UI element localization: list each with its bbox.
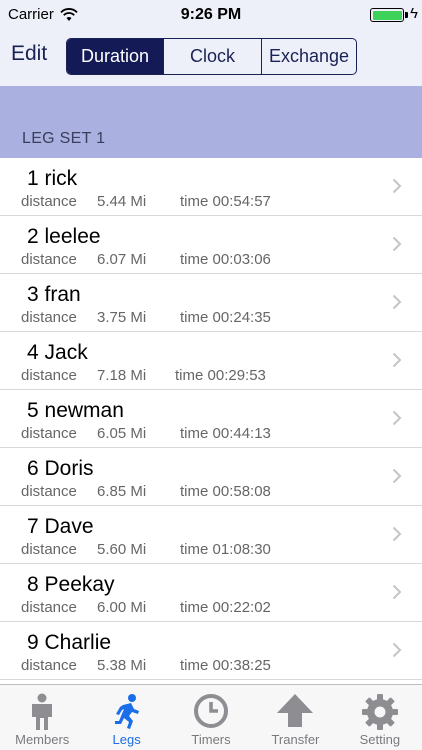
gear-icon (361, 694, 398, 730)
time-value: time 00:03:06 (180, 251, 271, 268)
distance-label: distance (21, 251, 77, 268)
segmented-control: Duration Clock Exchange (66, 38, 357, 75)
leg-title: 8 Peekay (27, 573, 115, 596)
distance-label: distance (21, 425, 77, 442)
distance-label: distance (21, 483, 77, 500)
status-time: 9:26 PM (180, 6, 242, 23)
leg-details: distance 6.05 Mi time 00:44:13 (21, 425, 271, 442)
distance-value: 5.60 Mi (97, 541, 147, 558)
distance-label: distance (21, 309, 77, 326)
distance-label: distance (21, 599, 77, 616)
time-value: time 00:44:13 (180, 425, 271, 442)
status-bar: Carrier 9:26 PM ϟ (0, 0, 422, 30)
leg-title: 7 Dave (27, 515, 94, 538)
time-value: time 00:38:25 (180, 657, 271, 674)
segment-exchange[interactable]: Exchange (261, 39, 356, 74)
charging-icon: ϟ (410, 5, 418, 22)
distance-label: distance (21, 367, 77, 384)
distance-value: 6.85 Mi (97, 483, 147, 500)
distance-value: 3.75 Mi (97, 309, 147, 326)
leg-row[interactable]: 5 newman distance 6.05 Mi time 00:44:13 (0, 390, 422, 448)
leg-title: 4 Jack (27, 341, 88, 364)
time-value: time 00:29:53 (175, 367, 266, 384)
leg-title: 2 leelee (27, 225, 101, 248)
leg-details: distance 5.44 Mi time 00:54:57 (21, 193, 271, 210)
person-icon (32, 693, 53, 730)
tab-legs[interactable]: Legs (84, 685, 168, 750)
time-value: time 00:22:02 (180, 599, 271, 616)
runner-icon (114, 694, 139, 729)
chevron-right-icon (392, 584, 402, 600)
time-value: time 01:08:30 (180, 541, 271, 558)
tab-label: Legs (112, 732, 141, 747)
chevron-right-icon (392, 236, 402, 252)
chevron-right-icon (392, 526, 402, 542)
chevron-right-icon (392, 294, 402, 310)
distance-value: 6.05 Mi (97, 425, 147, 442)
leg-row[interactable]: 8 Peekay distance 6.00 Mi time 00:22:02 (0, 564, 422, 622)
leg-row[interactable]: 4 Jack distance 7.18 Mi time 00:29:53 (0, 332, 422, 390)
leg-details: distance 6.00 Mi time 00:22:02 (21, 599, 271, 616)
leg-title: 3 fran (27, 283, 81, 306)
battery-icon (370, 8, 404, 22)
leg-row[interactable]: 6 Doris distance 6.85 Mi time 00:58:08 (0, 448, 422, 506)
time-value: time 00:24:35 (180, 309, 271, 326)
leg-row[interactable]: 7 Dave distance 5.60 Mi time 01:08:30 (0, 506, 422, 564)
section-header: LEG SET 1 (0, 86, 422, 158)
clock-icon (194, 694, 229, 728)
chevron-right-icon (392, 352, 402, 368)
section-title: LEG SET 1 (22, 130, 106, 147)
segment-clock[interactable]: Clock (163, 39, 261, 74)
leg-title: 9 Charlie (27, 631, 112, 654)
tab-label: Timers (191, 732, 231, 747)
distance-value: 6.00 Mi (97, 599, 147, 616)
tab-label: Members (15, 732, 70, 747)
leg-row[interactable]: 1 rick distance 5.44 Mi time 00:54:57 (0, 158, 422, 216)
battery-tip (405, 12, 408, 18)
segment-duration[interactable]: Duration (67, 39, 163, 74)
edit-button[interactable]: Edit (11, 42, 47, 66)
tab-transfer[interactable]: Transfer (253, 685, 337, 750)
time-value: time 00:54:57 (180, 193, 271, 210)
leg-details: distance 6.07 Mi time 00:03:06 (21, 251, 271, 268)
distance-value: 6.07 Mi (97, 251, 147, 268)
distance-label: distance (21, 193, 77, 210)
tab-timers[interactable]: Timers (169, 685, 253, 750)
distance-label: distance (21, 657, 77, 674)
leg-row[interactable]: 3 fran distance 3.75 Mi time 00:24:35 (0, 274, 422, 332)
distance-value: 7.18 Mi (97, 367, 147, 384)
leg-details: distance 5.38 Mi time 00:38:25 (21, 657, 271, 674)
distance-value: 5.38 Mi (97, 657, 147, 674)
leg-title: 6 Doris (27, 457, 94, 480)
tab-setting[interactable]: Setting (338, 685, 422, 750)
leg-row[interactable]: 2 leelee distance 6.07 Mi time 00:03:06 (0, 216, 422, 274)
leg-row[interactable]: 9 Charlie distance 5.38 Mi time 00:38:25 (0, 622, 422, 680)
tab-label: Setting (359, 732, 401, 747)
leg-details: distance 7.18 Mi time 00:29:53 (21, 367, 266, 384)
leg-details: distance 6.85 Mi time 00:58:08 (21, 483, 271, 500)
leg-details: distance 3.75 Mi time 00:24:35 (21, 309, 271, 326)
tab-members[interactable]: Members (0, 685, 84, 750)
tab-bar: Members Legs Timers Transfer Setting (0, 684, 422, 750)
distance-value: 5.44 Mi (97, 193, 147, 210)
leg-details: distance 5.60 Mi time 01:08:30 (21, 541, 271, 558)
leg-title: 5 newman (27, 399, 124, 422)
chevron-right-icon (392, 642, 402, 658)
leg-title: 1 rick (27, 167, 78, 190)
distance-label: distance (21, 541, 77, 558)
legs-list: 1 rick distance 5.44 Mi time 00:54:57 2 le… (0, 158, 422, 680)
chevron-right-icon (392, 468, 402, 484)
up-arrow-icon (277, 694, 314, 727)
tab-label: Transfer (271, 732, 320, 747)
chevron-right-icon (392, 410, 402, 426)
nav-bar: Edit Duration Clock Exchange (0, 30, 422, 86)
time-value: time 00:58:08 (180, 483, 271, 500)
chevron-right-icon (392, 178, 402, 194)
